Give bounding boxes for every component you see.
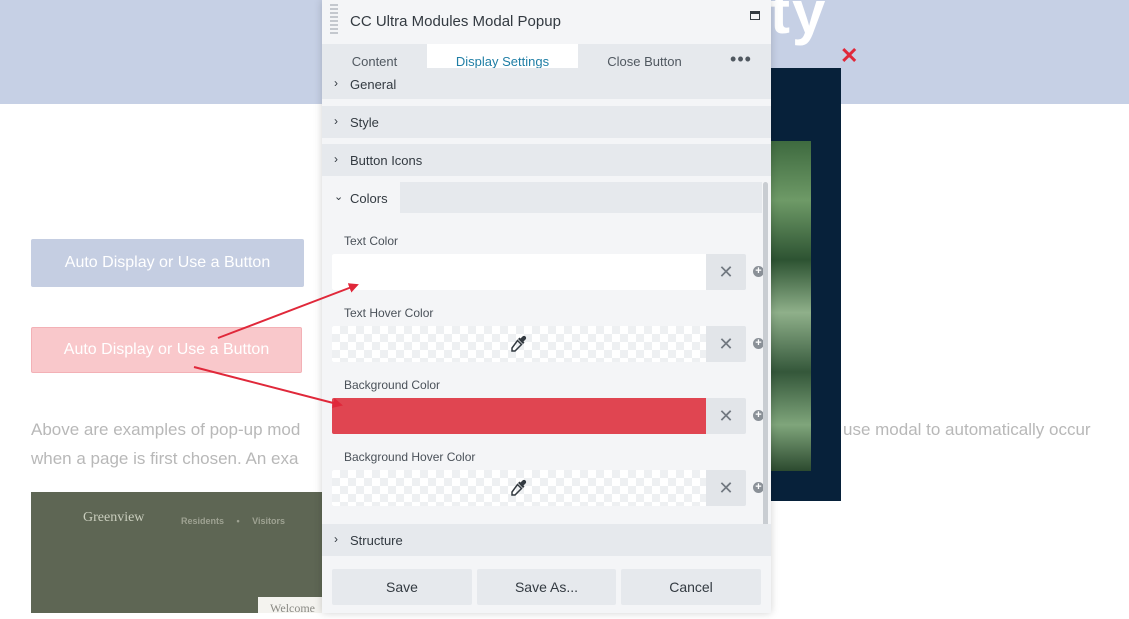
- chevron-right-icon: ›: [334, 532, 338, 546]
- panel-footer: Save Save As... Cancel: [322, 556, 771, 613]
- clear-text-color-icon[interactable]: ✕: [706, 254, 746, 290]
- save-button[interactable]: Save: [332, 569, 472, 605]
- description-paragraph-right: use modal to automatically occur: [843, 420, 1091, 439]
- background-color-label: Background Color: [344, 378, 441, 392]
- background-hover-color-swatch[interactable]: [332, 470, 706, 506]
- text-color-field: ✕: [332, 254, 746, 290]
- eyedropper-icon: [511, 335, 527, 352]
- section-colors: ⌄ Colors: [322, 182, 762, 213]
- panel-header: CC Ultra Modules Modal Popup: [322, 0, 771, 44]
- maximize-window-icon[interactable]: [750, 11, 760, 20]
- text-hover-color-swatch[interactable]: [332, 326, 706, 362]
- eyedropper-icon: [511, 479, 527, 496]
- description-line-2: when a page is first chosen. An exa: [31, 449, 299, 468]
- section-colors-label: Colors: [350, 191, 388, 206]
- section-button-icons[interactable]: › Button Icons: [322, 144, 771, 176]
- text-color-swatch[interactable]: [332, 254, 706, 290]
- description-paragraph: Above are examples of pop-up mod when a …: [31, 415, 300, 473]
- save-as-button[interactable]: Save As...: [477, 569, 616, 605]
- clear-background-color-icon[interactable]: ✕: [706, 398, 746, 434]
- auto-display-button-secondary[interactable]: Auto Display or Use a Button: [31, 327, 302, 373]
- modal-close-icon[interactable]: ✕: [840, 44, 858, 68]
- section-structure[interactable]: › Structure: [322, 524, 771, 556]
- section-general-label: General: [350, 77, 397, 92]
- section-button-icons-label: Button Icons: [350, 153, 423, 168]
- section-style[interactable]: › Style: [322, 106, 771, 138]
- text-color-label: Text Color: [344, 234, 399, 248]
- background-color-field: ✕: [332, 398, 746, 434]
- modal-forest-image: [771, 141, 811, 471]
- drag-handle-icon[interactable]: [330, 4, 338, 36]
- welcome-label: Welcome: [258, 597, 328, 615]
- cancel-button[interactable]: Cancel: [621, 569, 761, 605]
- chevron-down-icon: ⌄: [334, 191, 344, 203]
- preview-nav: Residents • Visitors: [181, 516, 286, 526]
- clear-background-hover-color-icon[interactable]: ✕: [706, 470, 746, 506]
- chevron-right-icon: ›: [334, 114, 338, 128]
- section-general[interactable]: › General: [322, 68, 771, 99]
- section-structure-label: Structure: [350, 533, 403, 548]
- hero-heading-fragment: ty: [770, 0, 828, 46]
- section-colors-toggle[interactable]: ⌄ Colors: [322, 182, 400, 213]
- greenview-logo: Greenview: [83, 510, 145, 525]
- clear-text-hover-color-icon[interactable]: ✕: [706, 326, 746, 362]
- description-line-1: Above are examples of pop-up mod: [31, 420, 301, 439]
- settings-panel: CC Ultra Modules Modal Popup Content Dis…: [322, 0, 771, 613]
- chevron-right-icon: ›: [334, 76, 338, 90]
- website-preview-image: Greenview Residents • Visitors: [31, 492, 331, 613]
- text-hover-color-field: ✕: [332, 326, 746, 362]
- auto-display-button-primary[interactable]: Auto Display or Use a Button: [31, 239, 304, 287]
- text-hover-color-label: Text Hover Color: [344, 306, 434, 320]
- background-hover-color-label: Background Hover Color: [344, 450, 476, 464]
- background-color-swatch[interactable]: [332, 398, 706, 434]
- section-style-label: Style: [350, 115, 379, 130]
- chevron-right-icon: ›: [334, 152, 338, 166]
- panel-title: CC Ultra Modules Modal Popup: [350, 13, 561, 30]
- background-hover-color-field: ✕: [332, 470, 746, 506]
- panel-scrollbar[interactable]: [763, 182, 768, 556]
